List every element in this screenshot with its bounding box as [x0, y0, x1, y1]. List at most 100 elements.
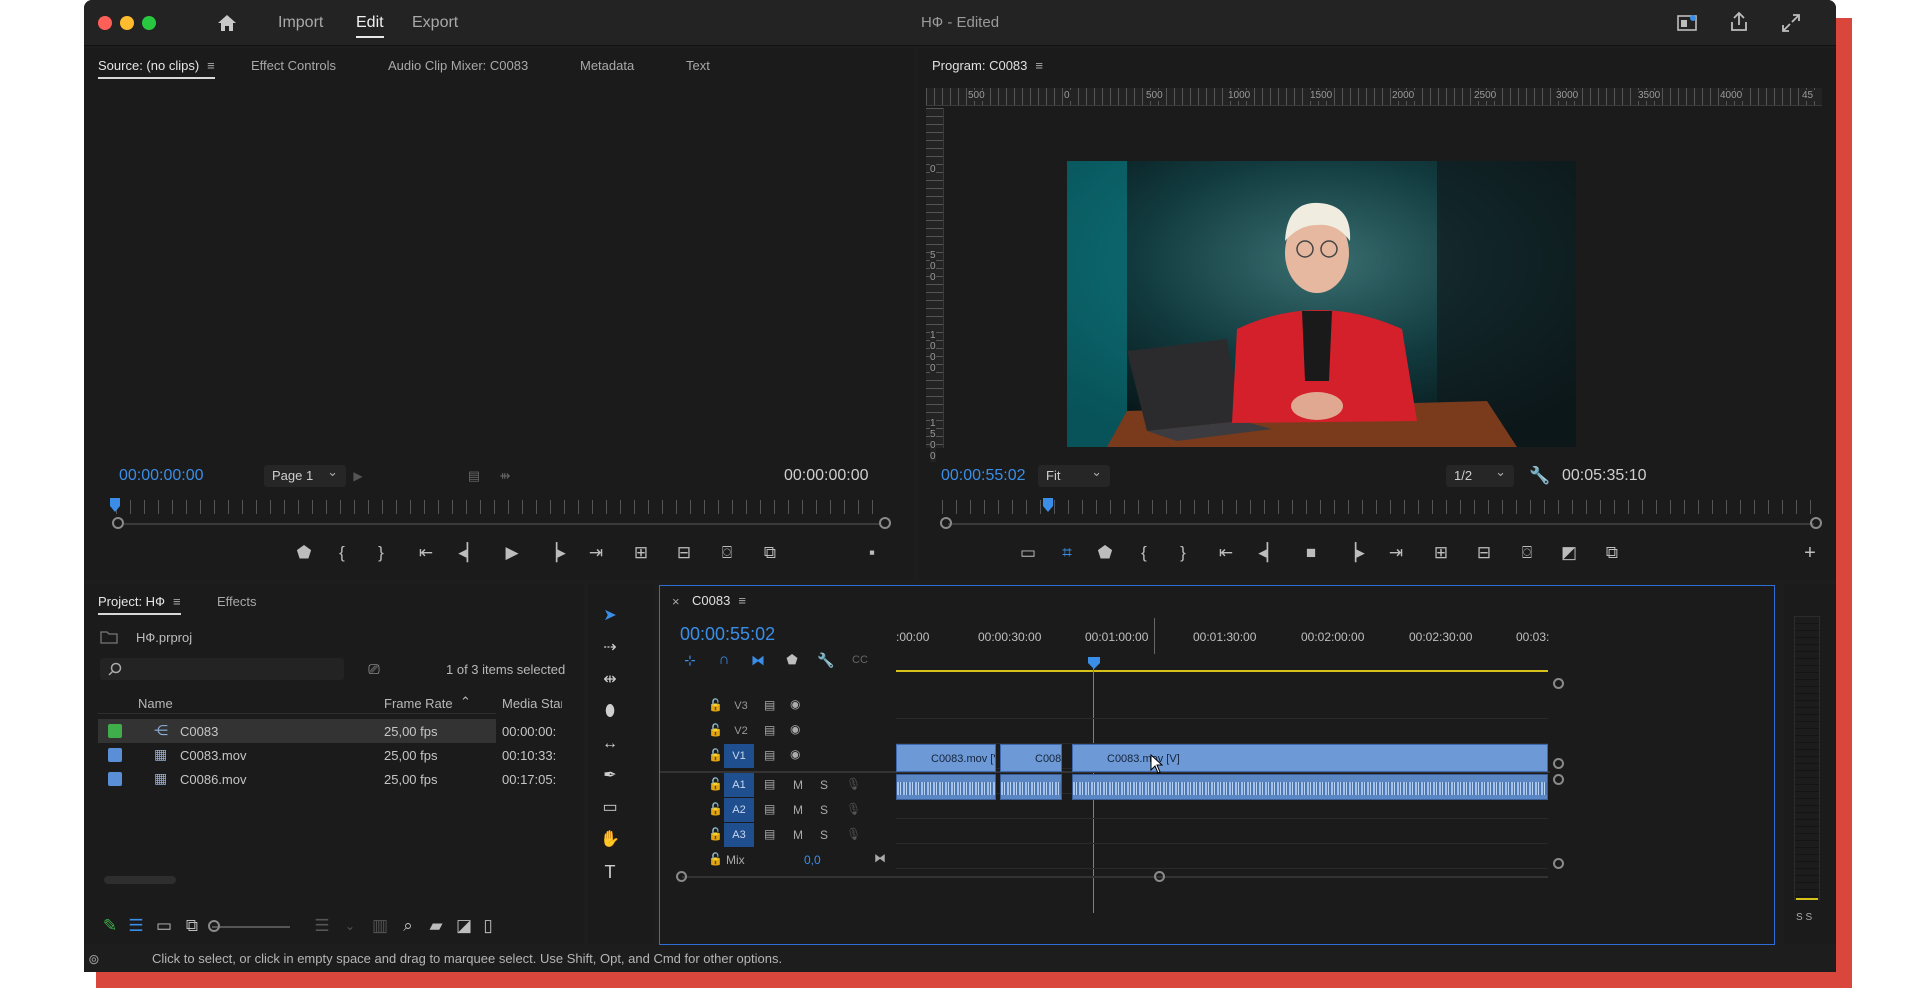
track-name-a2[interactable]: A2 [724, 798, 754, 822]
button-editor-icon[interactable]: ⧉ [1600, 541, 1624, 565]
scroll-handle-left[interactable] [676, 871, 687, 882]
linked-selection-icon[interactable]: ⧓ [746, 648, 770, 672]
sync-lock-icon[interactable]: ▤ [764, 802, 775, 816]
go-to-out-icon[interactable]: ⇥ [584, 541, 608, 565]
label-color-swatch[interactable] [108, 772, 122, 786]
ripple-edit-tool-icon[interactable]: ⇹ [598, 668, 622, 692]
sync-lock-icon[interactable]: ▤ [764, 723, 775, 737]
new-bin-icon[interactable]: ▰ [424, 914, 448, 938]
track-lock-icon[interactable]: 🔓 [708, 698, 723, 712]
razor-tool-icon[interactable]: ⬮ [598, 700, 622, 724]
track-name-v2[interactable]: V2 [726, 719, 756, 743]
tab-effects[interactable]: Effects [217, 594, 257, 609]
extract-icon[interactable]: ⊟ [1472, 541, 1496, 565]
column-frame-rate[interactable]: Frame Rate [384, 696, 453, 711]
label-color-swatch[interactable] [108, 724, 122, 738]
slip-tool-icon[interactable]: ↔ [598, 732, 622, 756]
resolution-select[interactable]: 1/2 [1446, 461, 1514, 487]
mark-in-icon[interactable]: { [1132, 541, 1156, 565]
vertical-zoom-handle[interactable] [1553, 774, 1564, 785]
track-name-v3[interactable]: V3 [726, 694, 756, 718]
automate-icon[interactable]: ▥ [368, 914, 392, 938]
zoom-handle-right[interactable] [879, 517, 891, 529]
zoom-handle-left[interactable] [112, 517, 124, 529]
source-playhead-icon[interactable] [109, 498, 121, 512]
tab-effect-controls[interactable]: Effect Controls [251, 58, 336, 73]
audio-clip[interactable] [1072, 774, 1548, 800]
type-tool-icon[interactable]: T [598, 860, 622, 884]
mute-button[interactable]: M [793, 778, 803, 792]
program-time-ruler[interactable] [942, 500, 1812, 514]
tab-audio-clip-mixer[interactable]: Audio Clip Mixer: C0083 [388, 58, 528, 73]
sort-dropdown-icon[interactable]: ⌄ [338, 914, 362, 938]
column-name[interactable]: Name [138, 696, 173, 711]
zoom-slider[interactable] [212, 926, 290, 928]
program-playhead-icon[interactable] [1042, 498, 1054, 512]
clear-icon[interactable]: ▯ [476, 914, 500, 938]
zoom-handle-left[interactable] [940, 517, 952, 529]
track-name-a3[interactable]: A3 [724, 823, 754, 847]
tab-source[interactable]: Source: (no clips) ≡ [98, 58, 215, 79]
go-to-out-icon[interactable]: ⇥ [1384, 541, 1408, 565]
panel-menu-icon[interactable]: ≡ [173, 594, 181, 609]
video-clip[interactable]: C0083. [1000, 744, 1062, 772]
track-lock-icon[interactable]: 🔓 [708, 723, 723, 737]
source-time-ruler[interactable] [116, 500, 886, 514]
add-marker-icon[interactable]: ⬟ [780, 648, 804, 672]
project-item-c0083[interactable]: ⋲ C0083 25,00 fps 00:00:00: [98, 719, 556, 743]
captions-icon[interactable]: CC [848, 648, 872, 672]
project-scrollbar[interactable] [104, 876, 176, 884]
sync-lock-icon[interactable]: ▤ [764, 827, 775, 841]
snap-icon[interactable]: ∩ [712, 648, 736, 672]
safe-margins-icon[interactable]: ▭ [1016, 541, 1040, 565]
hand-tool-icon[interactable]: ✋ [598, 828, 622, 852]
sync-lock-icon[interactable]: ▤ [764, 777, 775, 791]
sort-icon[interactable]: ☰ [310, 914, 334, 938]
panel-menu-icon[interactable]: ≡ [207, 58, 215, 73]
source-zoom-bar[interactable] [124, 523, 879, 525]
fit-select[interactable]: Fit [1038, 461, 1110, 487]
creative-cloud-icon[interactable]: ⊚ [88, 946, 100, 972]
tab-text[interactable]: Text [686, 58, 710, 73]
project-item-c0083-mov[interactable]: ▦ C0083.mov 25,00 fps 00:10:33: [98, 743, 556, 767]
page-select[interactable]: Page 1 [264, 461, 346, 487]
wrench-icon[interactable]: 🔧 [1528, 464, 1552, 488]
vertical-zoom-handle[interactable] [1553, 678, 1564, 689]
video-clip[interactable]: C0083.mov [V] [896, 744, 996, 772]
more-icon[interactable]: ▪ [860, 541, 884, 565]
timeline-timecode[interactable]: 00:00:55:02 [680, 624, 775, 645]
sync-lock-icon[interactable]: ▤ [764, 748, 775, 762]
find-icon[interactable]: ⌕ [396, 914, 420, 938]
add-marker-icon[interactable]: ⬟ [292, 541, 316, 565]
step-back-icon[interactable]: ◂▏ [1257, 541, 1281, 565]
program-zoom-bar[interactable] [948, 523, 1814, 525]
new-item-icon[interactable]: ◪ [452, 914, 476, 938]
track-select-tool-icon[interactable]: ⇢ [598, 636, 622, 660]
find-in-project-icon[interactable]: ⎚ [362, 657, 386, 681]
multicam-icon[interactable]: ◩ [1557, 541, 1581, 565]
export-frame-icon[interactable]: ⌼ [1515, 541, 1539, 565]
add-marker-icon[interactable]: ⬟ [1093, 541, 1117, 565]
panel-menu-icon[interactable]: ≡ [738, 593, 746, 608]
export-frame-icon[interactable]: ⌼ [715, 541, 739, 565]
go-to-in-icon[interactable]: ⇤ [1214, 541, 1238, 565]
vertical-zoom-handle[interactable] [1553, 758, 1564, 769]
toggle-output-eye-icon[interactable]: ◉ [790, 697, 800, 711]
pen-tool-icon[interactable]: ✒ [598, 764, 622, 788]
mark-in-icon[interactable]: { [330, 541, 354, 565]
audio-clip[interactable] [896, 774, 996, 800]
zoom-handle-right[interactable] [1810, 517, 1822, 529]
video-clip[interactable]: C0083.mov [V] [1072, 744, 1548, 772]
play-icon[interactable]: ▶ [500, 541, 524, 565]
forward-icon[interactable]: ⇻ [493, 464, 517, 488]
lift-icon[interactable]: ⊞ [1429, 541, 1453, 565]
tab-project[interactable]: Project: НФ ≡ [98, 594, 181, 615]
solo-button[interactable]: S [820, 778, 828, 792]
voice-over-mic-icon[interactable]: 🎙 [846, 802, 861, 816]
mark-out-icon[interactable]: } [369, 541, 393, 565]
project-item-c0086-mov[interactable]: ▦ C0086.mov 25,00 fps 00:17:05: [98, 767, 556, 791]
step-forward-icon[interactable]: ▕▸ [1342, 541, 1366, 565]
track-lock-icon[interactable]: 🔓 [708, 827, 723, 841]
zoom-slider-handle[interactable] [208, 920, 220, 932]
close-sequence-icon[interactable]: × [672, 594, 680, 609]
